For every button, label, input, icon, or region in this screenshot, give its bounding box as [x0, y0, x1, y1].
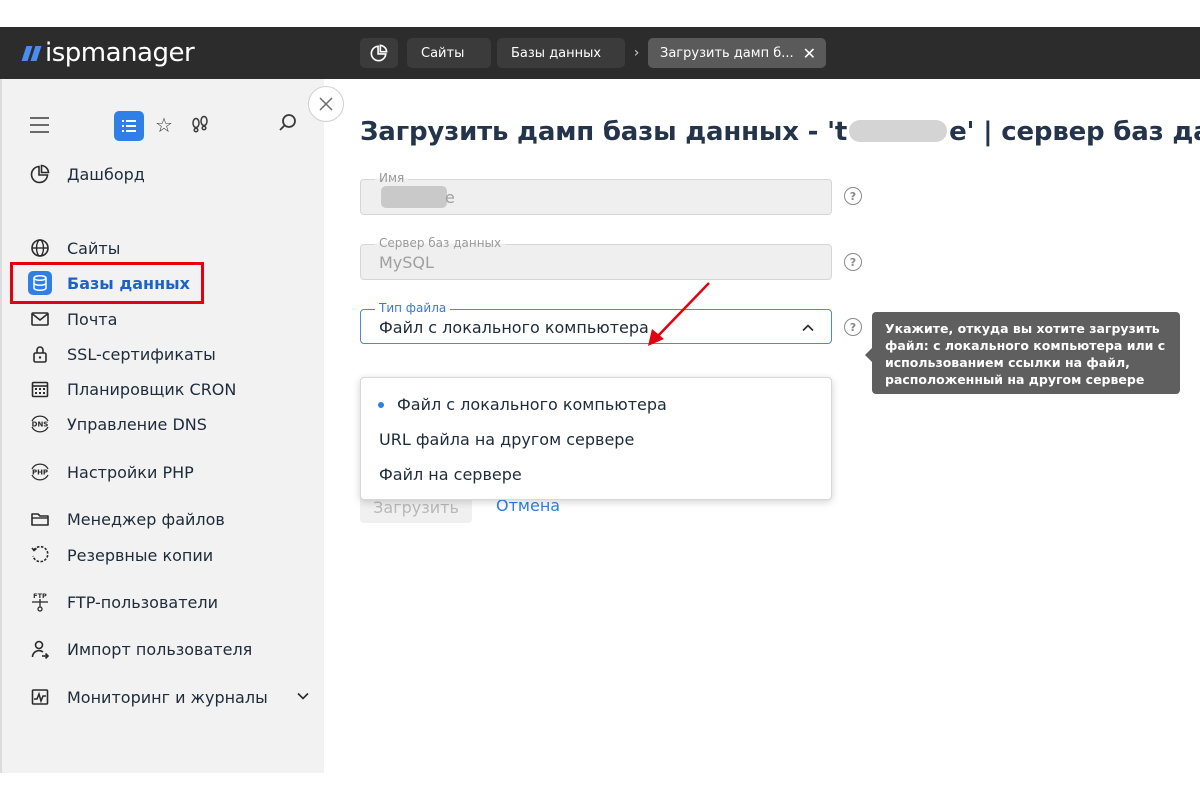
app-window: ispmanager Сайты Базы данных › Загрузить…	[0, 27, 1200, 773]
redacted-blur	[381, 186, 447, 208]
menu-icon[interactable]	[30, 117, 49, 138]
sidebar-item-monitoring[interactable]: Мониторинг и журналы	[10, 679, 310, 715]
sidebar-item-user-import[interactable]: Импорт пользователя	[10, 631, 252, 667]
db-server-field-label: Сервер баз данных	[375, 236, 506, 250]
db-server-field[interactable]: Сервер баз данных MySQL	[360, 236, 832, 280]
lock-icon	[28, 342, 52, 366]
sidebar-item-cron[interactable]: Планировщик CRON	[10, 371, 236, 407]
redacted-blur	[849, 120, 948, 142]
help-icon[interactable]: ?	[844, 253, 862, 271]
sidebar: ☆ Дашборд Сайты Базы данных Почта SSL-се…	[0, 79, 344, 773]
main-content: Загрузить дамп базы данных - 't e' | серв…	[324, 79, 1200, 773]
sidebar-item-dns[interactable]: DNS Управление DNS	[10, 406, 207, 442]
dropdown-option-url[interactable]: URL файла на другом сервере	[379, 430, 634, 449]
sidebar-item-label: Сайты	[67, 238, 121, 258]
sidebar-item-databases[interactable]: Базы данных	[10, 262, 204, 304]
db-server-field-value: MySQL	[379, 253, 434, 272]
sidebar-item-mail[interactable]: Почта	[10, 301, 204, 337]
sidebar-item-label: SSL-сертификаты	[67, 344, 216, 364]
ftp-badge-text: FTP	[33, 592, 47, 600]
mail-icon	[28, 307, 52, 331]
name-field[interactable]: Имя e	[360, 171, 832, 215]
sidebar-item-file-manager[interactable]: Менеджер файлов	[10, 501, 225, 537]
dns-icon: DNS	[28, 412, 52, 436]
selected-dot-icon	[378, 402, 384, 408]
dashboard-icon	[28, 162, 52, 186]
sidebar-item-php[interactable]: PHP Настройки PHP	[10, 454, 204, 490]
sidebar-item-ftp[interactable]: FTP FTP-пользователи	[10, 584, 218, 620]
help-tooltip: Укажите, откуда вы хотите загрузить файл…	[865, 312, 1180, 394]
breadcrumb-separator-icon: ›	[633, 45, 640, 61]
sidebar-item-label: Базы данных	[67, 273, 190, 293]
sidebar-item-label: FTP-пользователи	[67, 592, 218, 612]
search-icon[interactable]	[278, 113, 298, 133]
php-icon: PHP	[28, 460, 52, 484]
close-icon	[319, 97, 333, 111]
star-icon[interactable]: ☆	[155, 113, 173, 137]
database-icon	[28, 271, 52, 295]
logo-mark-icon	[21, 45, 42, 61]
file-type-dropdown: Файл с локального компьютера URL файла н…	[360, 377, 832, 500]
breadcrumb-active-label: Загрузить дамп б...	[660, 45, 794, 61]
dropdown-option-local-file[interactable]: Файл с локального компьютера	[397, 395, 667, 414]
page-title-prefix: Загрузить дамп базы данных - 't	[360, 117, 848, 147]
sidebar-item-label: Импорт пользователя	[67, 639, 253, 659]
monitoring-icon	[28, 685, 52, 709]
breadcrumb-home[interactable]	[360, 38, 398, 68]
footprints-icon[interactable]	[190, 114, 210, 134]
breadcrumb-active-tab[interactable]: Загрузить дамп б... ✕	[648, 38, 826, 68]
backup-icon	[28, 543, 52, 567]
chevron-down-icon[interactable]	[296, 689, 310, 703]
sidebar-item-label: Настройки PHP	[67, 462, 194, 482]
sidebar-item-dashboard[interactable]: Дашборд	[10, 156, 204, 192]
user-import-icon	[28, 637, 52, 661]
sidebar-item-label: Планировщик CRON	[67, 379, 237, 399]
chevron-up-icon[interactable]	[801, 321, 815, 335]
sidebar-item-sites[interactable]: Сайты	[10, 230, 204, 266]
page-title-suffix: e' | сервер баз данн	[949, 117, 1200, 147]
calendar-icon	[28, 377, 52, 401]
sidebar-item-label: Мониторинг и журналы	[67, 687, 268, 707]
help-icon[interactable]: ?	[844, 187, 862, 205]
sidebar-item-ssl[interactable]: SSL-сертификаты	[10, 336, 216, 372]
name-field-label: Имя	[375, 171, 409, 185]
sidebar-item-label: Менеджер файлов	[67, 509, 225, 529]
sidebar-item-label: Резервные копии	[67, 545, 214, 565]
dashboard-icon	[370, 44, 388, 62]
list-view-icon[interactable]	[114, 111, 144, 141]
globe-icon	[28, 236, 52, 260]
breadcrumb-sites[interactable]: Сайты	[407, 38, 491, 68]
breadcrumb: Сайты Базы данных › Загрузить дамп б... …	[360, 38, 826, 68]
top-bar: ispmanager Сайты Базы данных › Загрузить…	[0, 27, 1200, 79]
collapse-sidebar-button[interactable]	[308, 86, 344, 122]
name-field-value: e	[445, 188, 455, 207]
file-type-select[interactable]: Тип файла Файл с локального компьютера	[360, 301, 832, 344]
annotation-arrow-icon	[648, 282, 710, 346]
logo[interactable]: ispmanager	[21, 36, 195, 70]
sidebar-item-backups[interactable]: Резервные копии	[10, 537, 213, 573]
folder-icon	[28, 507, 52, 531]
dns-badge-text: DNS	[32, 421, 49, 429]
file-type-select-label: Тип файла	[375, 301, 451, 315]
sidebar-item-label: Почта	[67, 309, 118, 329]
breadcrumb-databases[interactable]: Базы данных	[497, 38, 625, 68]
file-type-select-value: Файл с локального компьютера	[379, 318, 649, 337]
sidebar-item-label: Управление DNS	[67, 414, 207, 434]
dropdown-option-server-file[interactable]: Файл на сервере	[379, 465, 522, 484]
help-icon[interactable]: ?	[844, 318, 862, 336]
php-badge-text: PHP	[32, 469, 48, 477]
logo-text: ispmanager	[45, 38, 195, 68]
ftp-icon: FTP	[28, 590, 52, 614]
sidebar-toolbar: ☆	[2, 109, 326, 143]
close-icon[interactable]: ✕	[803, 44, 816, 63]
sidebar-item-label: Дашборд	[67, 164, 145, 184]
page-title: Загрузить дамп базы данных - 't e' | серв…	[360, 117, 1200, 147]
